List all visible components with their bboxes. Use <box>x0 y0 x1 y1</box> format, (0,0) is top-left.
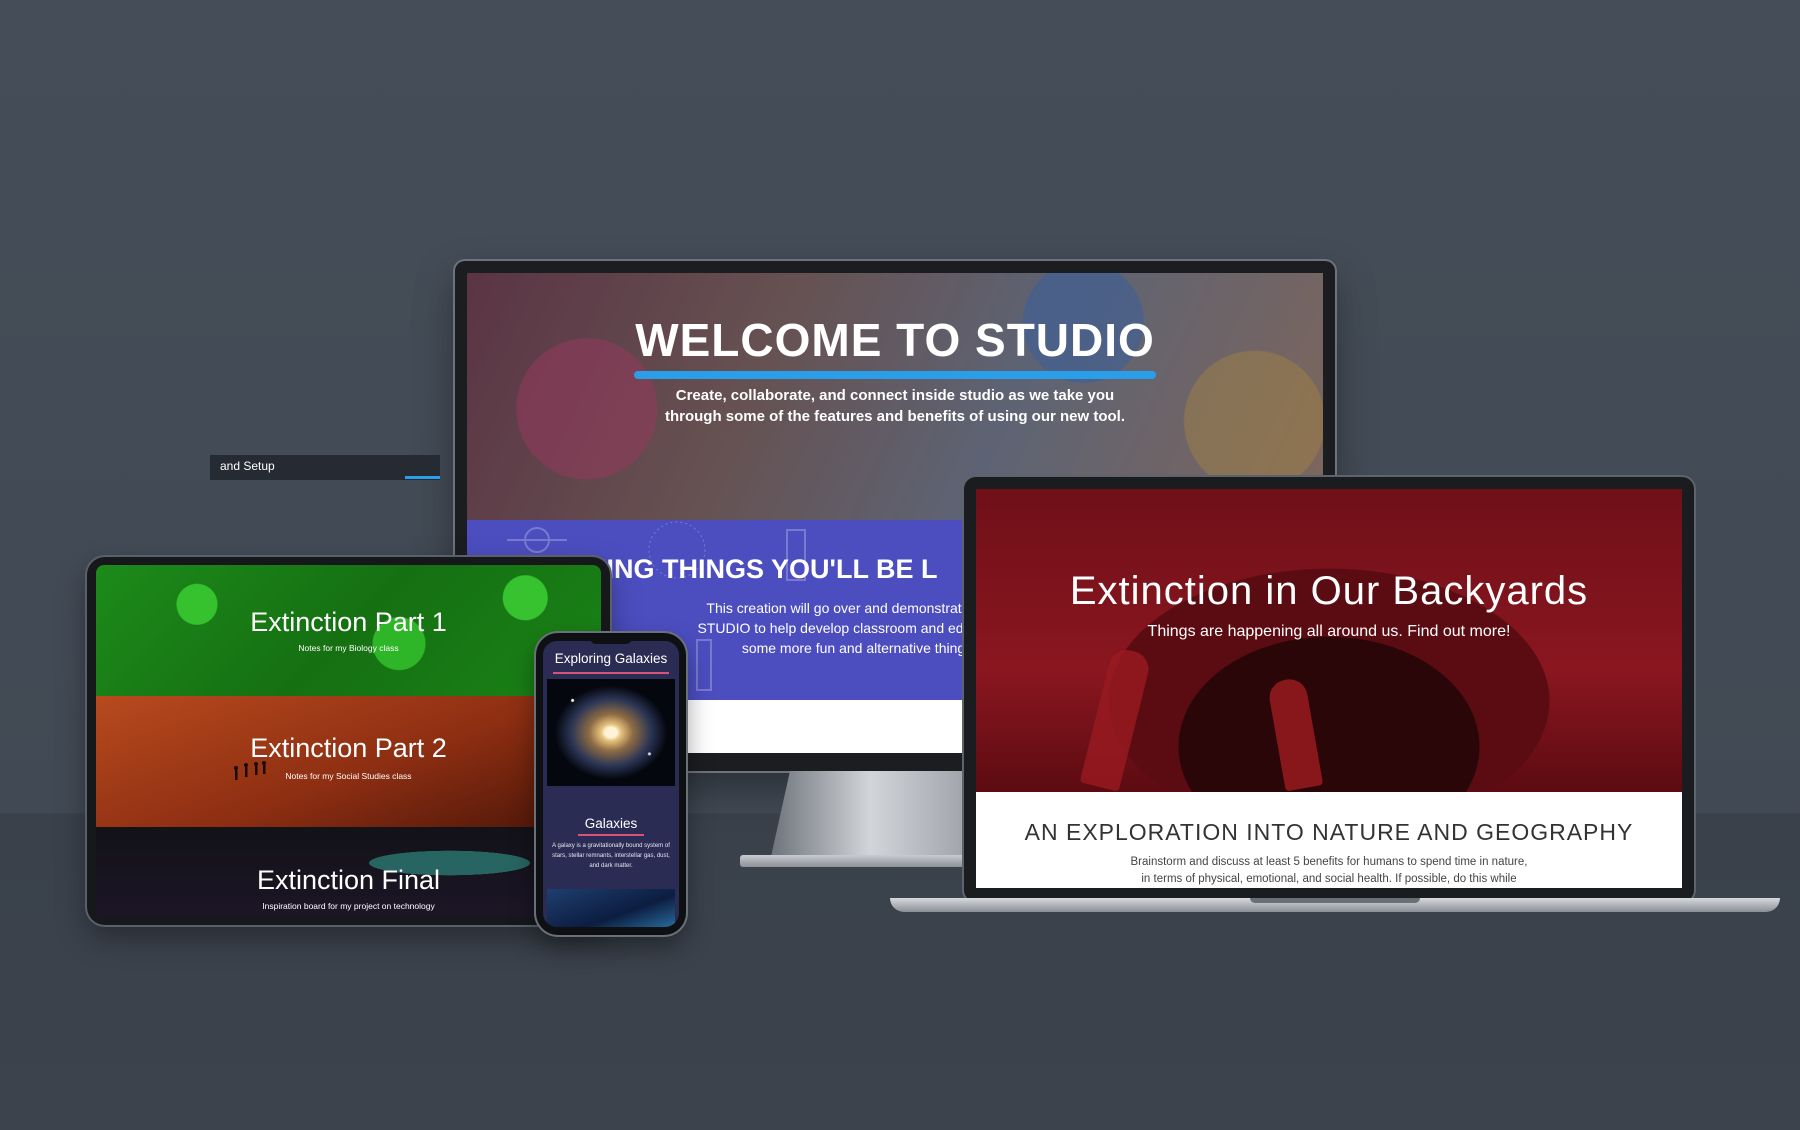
tablet-card-title: Extinction Final <box>256 865 441 895</box>
hero-subtitle-line-2: through some of the features and benefit… <box>664 408 1125 425</box>
laptop-hero-image: Extinction in Our Backyards Things are h… <box>976 489 1682 792</box>
tablet-card-subtitle: Notes for my Social Studies class <box>285 771 412 781</box>
laptop-body-line-1: Brainstorm and discuss at least 5 benefi… <box>1130 856 1528 868</box>
space-image[interactable] <box>547 889 675 927</box>
galaxy-image[interactable] <box>547 679 675 786</box>
monitor-hero-subtitle: Create, collaborate, and connect inside … <box>467 385 1323 427</box>
laptop-hinge-notch <box>1250 898 1420 903</box>
tablet-card-title: Extinction Part 2 <box>250 733 447 763</box>
title-underline <box>553 672 669 674</box>
boat-oar-shape <box>1266 676 1324 792</box>
monitor-section-title: HING THINGS YOU'LL BE L <box>587 554 938 584</box>
monitor-hero-title: WELCOME TO STUDIO <box>635 314 1155 366</box>
hero-subtitle-line-1: Create, collaborate, and connect inside … <box>675 387 1115 404</box>
phone-screen: Exploring Galaxies Galaxies A galaxy is … <box>543 641 679 927</box>
laptop-body-line-2: in terms of physical, emotional, and soc… <box>1141 873 1517 885</box>
tablet-card-subtitle: Notes for my Biology class <box>298 643 399 653</box>
tablet-screen: Extinction Part 1 Notes for my Biology c… <box>96 565 601 917</box>
tablet-card-title: Extinction Part 1 <box>250 607 447 637</box>
laptop-section-body: Brainstorm and discuss at least 5 benefi… <box>1076 854 1582 888</box>
hero-title-underline <box>634 371 1156 379</box>
laptop-screen: Extinction in Our Backyards Things are h… <box>976 489 1682 888</box>
phone-section-body: A galaxy is a gravitationally bound syst… <box>552 843 670 869</box>
phone-section-title: Galaxies <box>584 816 638 831</box>
section-underline <box>578 834 644 836</box>
phone-page-title: Exploring Galaxies <box>554 651 668 666</box>
laptop-section-heading: AN EXPLORATION INTO NATURE AND GEOGRAPHY <box>1024 819 1634 845</box>
tablet-card-subtitle: Inspiration board for my project on tech… <box>262 901 435 911</box>
laptop-hero-title: Extinction in Our Backyards <box>1069 569 1589 613</box>
video-progress-bar[interactable] <box>405 476 440 479</box>
phone-notch <box>590 637 632 644</box>
video-bar-label: and Setup <box>220 459 275 473</box>
boat-oar-shape <box>1079 646 1153 792</box>
laptop-hero-subtitle: Things are happening all around us. Find… <box>1147 623 1511 640</box>
